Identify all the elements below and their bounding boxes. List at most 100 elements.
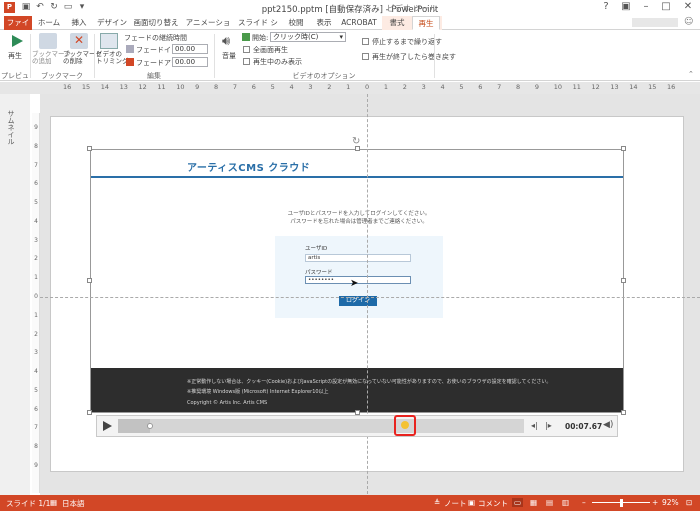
play-button[interactable]: 再生: [6, 32, 28, 64]
minimize-icon[interactable]: –: [636, 0, 656, 14]
h-ruler-tick: 3: [421, 83, 426, 91]
account-name-blurred[interactable]: [632, 18, 678, 27]
start-icon: [242, 33, 250, 41]
thumbnail-pane-label: サムネイル: [7, 110, 15, 145]
tab-format[interactable]: 書式: [384, 16, 410, 30]
comments-icon[interactable]: ▣: [468, 498, 475, 507]
slideshow-view-icon[interactable]: ▥: [562, 498, 569, 507]
add-bookmark-icon: [39, 33, 57, 49]
language-indicator[interactable]: 日本語: [62, 498, 85, 509]
h-ruler-tick: 12: [138, 83, 147, 91]
login-note-line1: ユーザIDとパスワードを入力してログインしてください。: [287, 211, 431, 217]
tab-transitions[interactable]: 画面切り替え: [132, 16, 180, 30]
tab-playback[interactable]: 再生: [412, 16, 440, 30]
h-ruler-tick: 9: [195, 83, 200, 91]
reading-view-icon[interactable]: ▤: [546, 498, 553, 507]
h-ruler-tick: 4: [289, 83, 294, 91]
tab-animations[interactable]: アニメーション: [184, 16, 232, 41]
smiley-icon[interactable]: ☺: [684, 17, 693, 27]
h-ruler-tick: 15: [81, 83, 91, 91]
zoom-out-icon[interactable]: –: [582, 498, 586, 507]
slide-indicator[interactable]: スライド 1/1: [6, 498, 50, 509]
v-ruler-tick: 8: [34, 142, 38, 150]
status-bar: スライド 1/1 ▦ 日本語 ≜ ノート ▣ コメント ▭ ▦ ▤ ▥ – + …: [0, 495, 700, 511]
fade-out-spinner[interactable]: 00.00: [172, 57, 208, 67]
h-ruler-tick: 10: [553, 83, 563, 91]
tab-home[interactable]: ホーム: [36, 16, 62, 30]
notes-icon[interactable]: ≜: [434, 498, 440, 507]
player-volume-icon[interactable]: ◀︎): [603, 420, 613, 430]
tab-file[interactable]: ファイル: [4, 16, 32, 41]
resize-handle[interactable]: [355, 146, 360, 151]
resize-handle[interactable]: [621, 278, 626, 283]
normal-view-icon[interactable]: ▭: [512, 498, 524, 507]
login-instructions: ユーザIDとパスワードを入力してログインしてください。 パスワードを忘れた場合は…: [275, 210, 443, 226]
v-ruler-tick: 1: [34, 311, 38, 319]
hide-not-playing-checkbox[interactable]: [243, 58, 250, 65]
fullscreen-checkbox[interactable]: [243, 46, 250, 53]
tab-slideshow[interactable]: スライド ショー: [236, 16, 280, 41]
zoom-in-icon[interactable]: +: [652, 498, 658, 507]
comments-button[interactable]: コメント: [478, 498, 508, 509]
h-ruler-tick: 6: [478, 83, 483, 91]
password-label: パスワード: [305, 270, 333, 276]
resize-handle[interactable]: [87, 278, 92, 283]
mouse-cursor-icon: ➤: [350, 278, 359, 289]
player-play-button[interactable]: [100, 419, 114, 433]
close-icon[interactable]: ✕: [678, 0, 698, 14]
v-ruler-tick: 0: [34, 293, 38, 300]
tab-acrobat[interactable]: ACROBAT: [340, 16, 378, 30]
h-ruler-tick: 13: [610, 83, 619, 91]
play-icon: [12, 35, 23, 47]
title-bar: P ▣ ↶ ↻ ▭ ▾ ppt2150.pptm [自動保存済み] - Powe…: [0, 0, 700, 16]
seek-bar[interactable]: [118, 419, 524, 433]
resize-handle[interactable]: [621, 146, 626, 151]
tab-insert[interactable]: 挿入: [66, 16, 92, 30]
start-dropdown[interactable]: クリック時(C) ▾: [270, 32, 346, 42]
vertical-ruler[interactable]: [32, 113, 40, 493]
resize-handle[interactable]: [87, 146, 92, 151]
group-separator: [434, 34, 435, 78]
video-logo: アーティスCMS クラウド: [187, 163, 311, 174]
v-ruler-tick: 3: [34, 236, 38, 244]
maximize-icon[interactable]: □: [656, 0, 676, 14]
slide-sorter-icon[interactable]: ▦: [530, 498, 537, 507]
tab-view[interactable]: 表示: [312, 16, 336, 30]
zoom-slider-thumb[interactable]: [620, 499, 623, 507]
resize-handle[interactable]: [621, 410, 626, 415]
v-ruler-tick: 9: [34, 124, 38, 131]
volume-button[interactable]: 🔊︎ 音量: [218, 32, 240, 68]
play-label: 再生: [8, 52, 22, 60]
notes-button[interactable]: ノート: [444, 498, 467, 509]
rewind-checkbox[interactable]: [362, 53, 369, 60]
v-ruler-tick: 7: [34, 424, 38, 432]
tab-review[interactable]: 校閲: [284, 16, 308, 30]
fit-to-window-icon[interactable]: ⊡: [686, 498, 692, 507]
step-back-icon[interactable]: ◂|: [531, 421, 538, 430]
footer-copyright: Copyright © Artis Inc. Artis CMS: [187, 400, 268, 406]
tab-design[interactable]: デザイン: [96, 16, 128, 30]
group-label-video-options: ビデオのオプション: [292, 72, 356, 80]
trim-video-button[interactable]: ビデオの トリミング: [96, 32, 129, 68]
add-bookmark-button[interactable]: ブックマーク の追加: [32, 32, 71, 68]
h-ruler-tick: 1: [383, 83, 389, 91]
h-ruler-tick: 6: [251, 83, 256, 91]
collapse-ribbon-icon[interactable]: ⌃: [688, 70, 694, 78]
loop-checkbox[interactable]: [362, 38, 369, 45]
step-forward-icon[interactable]: |▸: [545, 421, 552, 430]
resize-handle[interactable]: [87, 410, 92, 415]
h-ruler-tick: 8: [214, 83, 219, 91]
volume-label: 音量: [222, 52, 236, 60]
horizontal-guide[interactable]: [40, 297, 700, 298]
zoom-level[interactable]: 92%: [662, 498, 679, 507]
h-ruler-tick: 7: [497, 83, 502, 91]
help-icon[interactable]: ?: [596, 0, 616, 14]
ribbon-display-icon[interactable]: ▣: [616, 0, 636, 14]
remove-bookmark-button[interactable]: ✕ ブックマーク の削除: [63, 32, 102, 68]
spellcheck-icon[interactable]: ▦: [50, 498, 57, 507]
play-icon: [103, 421, 112, 431]
seek-knob[interactable]: [147, 423, 153, 429]
fade-duration-label: フェードの継続時間: [124, 34, 187, 42]
video-object[interactable]: アーティスCMS クラウド ユーザIDとパスワードを入力してログインしてください…: [90, 149, 624, 413]
fade-in-spinner[interactable]: 00.00: [172, 44, 208, 54]
